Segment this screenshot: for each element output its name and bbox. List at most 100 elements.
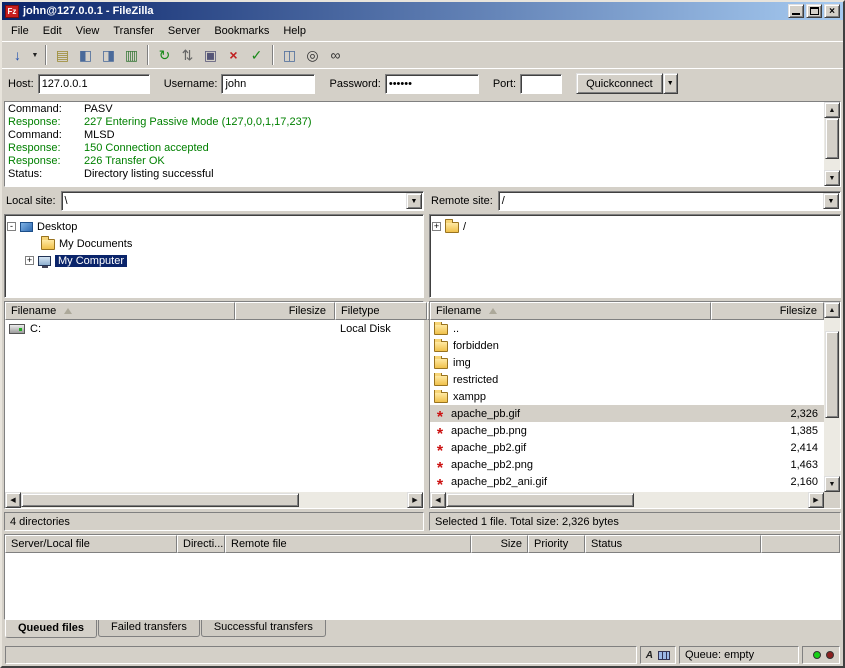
chevron-down-icon[interactable]: ▼ [406,193,422,209]
scroll-thumb[interactable] [446,493,634,507]
minimize-button[interactable] [788,4,804,18]
remote-hscrollbar[interactable]: ◀ ▶ [430,492,824,508]
menu-transfer[interactable]: Transfer [106,22,161,40]
scroll-thumb[interactable] [825,331,839,418]
toggle-queue-icon: ▥ [125,48,138,62]
refresh-button[interactable]: ↻ [153,44,176,66]
remote-vscrollbar[interactable]: ▲ ▼ [824,302,840,492]
toggle-log-button[interactable]: ▤ [51,44,74,66]
remote-file-list: Filename Filesize .. forbidden [429,301,841,509]
scroll-thumb[interactable] [825,118,839,159]
expand-icon[interactable]: + [25,256,34,265]
local-hscrollbar[interactable]: ◀ ▶ [5,492,423,508]
transfer-mode-panel[interactable] [640,646,676,664]
column-filesize[interactable]: Filesize [711,302,824,320]
local-file-row[interactable]: C: Local Disk [5,320,423,337]
search-files-button[interactable]: ∞ [324,44,347,66]
expand-icon[interactable]: + [432,222,441,231]
host-input[interactable] [38,74,150,94]
statusbar: Queue: empty [2,644,843,666]
log-vscrollbar[interactable]: ▲ ▼ [824,102,840,186]
maximize-button[interactable] [806,4,822,18]
tree-item-my-computer[interactable]: + My Computer [7,252,421,269]
quickconnect-bar: Host: Username: Password: Port: Quickcon… [2,68,843,98]
toggle-remote-tree-button[interactable]: ◨ [97,44,120,66]
tree-item-my-documents[interactable]: My Documents [7,235,421,252]
queue-body[interactable] [5,553,840,619]
site-manager-button[interactable]: ↓ [6,44,29,66]
file-name: img [453,357,471,369]
close-button[interactable]: × [824,4,840,18]
menu-view[interactable]: View [69,22,107,40]
column-size[interactable]: Size [471,535,528,553]
tab-failed-transfers[interactable]: Failed transfers [98,620,200,637]
column-filename[interactable]: Filename [5,302,235,320]
chevron-down-icon[interactable]: ▼ [823,193,839,209]
quickconnect-button[interactable]: Quickconnect [576,73,663,94]
filter-button[interactable]: ✓ [245,44,268,66]
remote-site-combo[interactable]: / ▼ [498,191,841,211]
remote-file-row[interactable]: apache_pb2.gif 2,414 [430,439,824,456]
menu-bookmarks[interactable]: Bookmarks [207,22,276,40]
menu-server[interactable]: Server [161,22,207,40]
scroll-left-icon[interactable]: ◀ [5,492,21,508]
process-queue-button[interactable]: ⇅ [176,44,199,66]
folder-icon [445,222,459,233]
compare-button[interactable]: ◫ [278,44,301,66]
remote-file-row[interactable]: img [430,354,824,371]
toggle-local-tree-button[interactable]: ◧ [74,44,97,66]
port-input[interactable] [520,74,562,94]
menu-help[interactable]: Help [276,22,313,40]
menu-file[interactable]: File [4,22,36,40]
remote-file-row[interactable]: xampp [430,388,824,405]
titlebar[interactable]: Fz john@127.0.0.1 - FileZilla × [2,2,843,20]
column-status[interactable]: Status [585,535,761,553]
toggle-queue-button[interactable]: ▥ [120,44,143,66]
tab-queued-files[interactable]: Queued files [5,620,97,638]
scroll-thumb[interactable] [21,493,299,507]
column-remote-file[interactable]: Remote file [225,535,471,553]
column-server-local-file[interactable]: Server/Local file [5,535,177,553]
transfer-queue: Server/Local file Directi... Remote file… [4,534,841,620]
remote-file-row[interactable]: apache_pb.png 1,385 [430,422,824,439]
column-filesize[interactable]: Filesize [235,302,335,320]
collapse-icon[interactable]: - [7,222,16,231]
scroll-up-icon[interactable]: ▲ [824,102,840,118]
tree-item-root[interactable]: + / [432,218,838,235]
scroll-up-icon[interactable]: ▲ [824,302,840,318]
file-name: C: [30,323,41,335]
quickconnect-dropdown[interactable]: ▼ [663,73,678,94]
tab-successful-transfers[interactable]: Successful transfers [201,620,326,637]
column-filetype[interactable]: Filetype [335,302,427,320]
scroll-left-icon[interactable]: ◀ [430,492,446,508]
file-type: Local Disk [335,323,423,335]
tree-item-desktop[interactable]: - Desktop [7,218,421,235]
local-site-combo[interactable]: \ ▼ [61,191,424,211]
menu-edit[interactable]: Edit [36,22,69,40]
scroll-down-icon[interactable]: ▼ [824,170,840,186]
site-manager-dropdown[interactable]: ▼ [29,44,41,66]
scroll-right-icon[interactable]: ▶ [407,492,423,508]
scroll-down-icon[interactable]: ▼ [824,476,840,492]
image-file-icon [434,482,446,488]
remote-file-row[interactable]: apache_pb2.png 1,463 [430,456,824,473]
remote-file-row[interactable]: forbidden [430,337,824,354]
column-direction[interactable]: Directi... [177,535,225,553]
column-filler [761,535,840,553]
remote-file-row-selected[interactable]: apache_pb.gif 2,326 [430,405,824,422]
find-icon: ◎ [306,48,318,62]
column-priority[interactable]: Priority [528,535,585,553]
snapshot-button[interactable]: ▣ [199,44,222,66]
toolbar-separator [272,45,274,65]
scroll-right-icon[interactable]: ▶ [808,492,824,508]
password-input[interactable] [385,74,479,94]
cancel-button[interactable]: × [222,44,245,66]
remote-file-row[interactable]: restricted [430,371,824,388]
column-filename[interactable]: Filename [430,302,711,320]
remote-file-row[interactable]: apache_pb2_ani.gif 2,160 [430,473,824,490]
remote-list-header: Filename Filesize [430,302,824,320]
find-button[interactable]: ◎ [301,44,324,66]
username-input[interactable] [221,74,315,94]
remote-file-row[interactable]: .. [430,320,824,337]
username-label: Username: [164,78,218,90]
